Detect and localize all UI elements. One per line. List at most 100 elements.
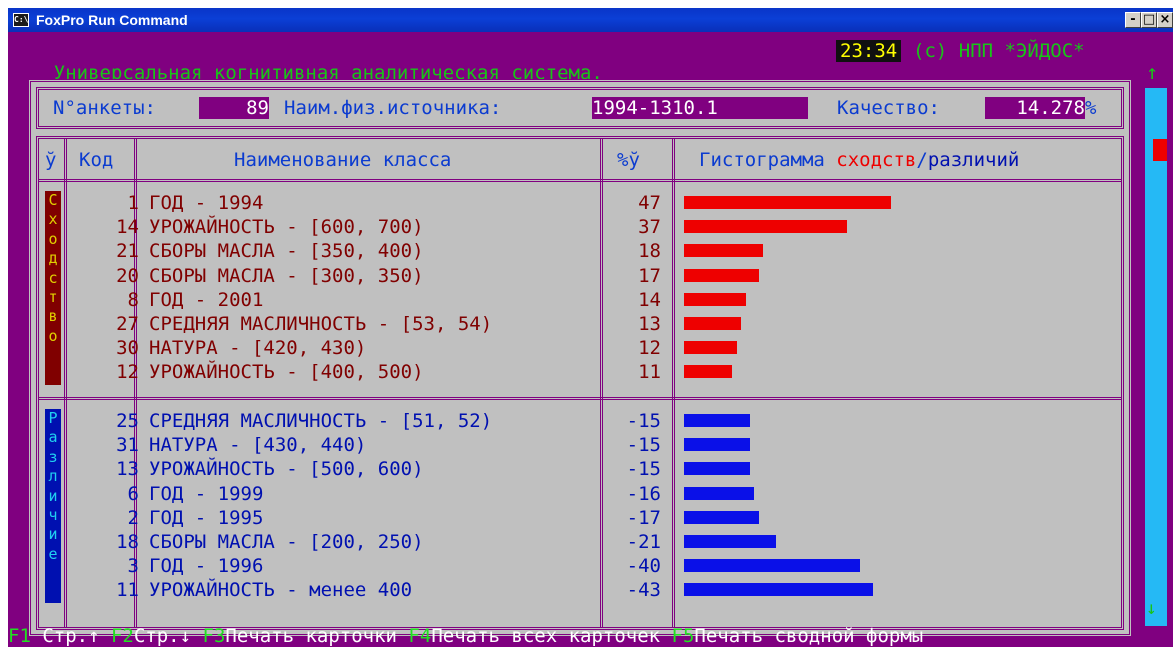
class-code: 13 [116,458,139,481]
class-code: 25 [116,410,139,432]
maximize-button[interactable]: □ [1141,12,1157,28]
scroll-down-arrow-icon[interactable]: ↓ [1146,598,1157,619]
class-percent: -16 [626,482,661,505]
function-key-f1[interactable]: F1 [8,625,31,647]
class-name: ГОД - 1994 [149,192,264,214]
table-row[interactable]: 3 ГОД - 1996 -40 [39,555,1119,578]
class-percent: 47 [638,192,661,214]
quality-label: Качество: [837,97,940,119]
histogram-title-prefix: Гистограмма [699,149,837,171]
table-row[interactable]: 6 ГОД - 1999 -16 [39,483,1119,506]
classes-table: ў Код Наименование класса %ў Гистограмма… [36,136,1124,630]
class-percent: -40 [626,555,661,578]
histogram-bar [684,414,750,427]
class-name: СБОРЫ МАСЛА - [350, 400) [149,240,424,263]
source-value: 1994-1310.1 [592,97,808,119]
class-code: 14 [116,216,139,239]
class-code: 18 [116,531,139,553]
class-name: УРОЖАЙНОСТЬ - менее 400 [149,579,413,602]
class-percent: -15 [626,410,661,432]
class-code: 6 [127,482,139,505]
scroll-up-arrow-icon[interactable]: ↑ [1146,60,1158,84]
function-key-label[interactable]: Печать карточки [225,625,408,647]
table-row[interactable]: 20 СБОРЫ МАСЛА - [300, 350) 17 [39,265,1119,288]
column-histogram: Гистограмма сходств/различий [699,149,1019,171]
histogram-bar [684,486,754,500]
class-code: 2 [127,506,139,529]
table-row[interactable]: 30 НАТУРА - [420, 430) 12 [39,337,1119,360]
function-key-f4[interactable]: F4 [408,625,431,647]
class-percent: 13 [638,313,661,335]
function-key-label[interactable]: Стр.↓ [134,625,203,647]
quality-unit: % [1085,97,1097,119]
vertical-scrollbar[interactable] [1145,88,1167,626]
class-percent: 18 [638,240,661,263]
minimize-button[interactable]: - [1125,12,1141,28]
table-row[interactable]: 14 УРОЖАЙНОСТЬ - [600, 700) 37 [39,216,1119,239]
class-name: НАТУРА - [420, 430) [149,337,367,360]
histogram-bar [684,244,763,258]
table-row[interactable]: 8 ГОД - 2001 14 [39,289,1119,312]
table-row[interactable]: 25 СРЕДНЯЯ МАСЛИЧНОСТЬ - [51, 52) -15 [39,410,1119,433]
table-row[interactable]: 27 СРЕДНЯЯ МАСЛИЧНОСТЬ - [53, 54) 13 [39,313,1119,336]
analysis-panel: N°анкеты: 89 Наим.физ.источника: 1994-13… [28,79,1132,637]
class-code: 3 [127,555,139,578]
anketa-label: N°анкеты: [53,97,156,119]
class-code: 21 [116,240,139,263]
column-marker: ў [45,149,57,171]
histogram-bar [684,462,750,476]
histogram-bar [684,292,746,306]
class-code: 30 [116,337,139,360]
class-code: 20 [116,264,139,287]
table-row[interactable]: 13 УРОЖАЙНОСТЬ - [500, 600) -15 [39,458,1119,481]
function-key-label[interactable]: Стр.↑ [31,625,111,647]
table-row[interactable]: 31 НАТУРА - [430, 440) -15 [39,434,1119,457]
class-name: ГОД - 2001 [149,288,264,311]
window-title: FoxPro Run Command [36,12,188,28]
histogram-bar [684,438,750,452]
window-title-bar: C:\ FoxPro Run Command - □ × [8,8,1173,32]
column-code: Код [79,149,114,171]
class-code: 1 [127,192,139,214]
class-percent: -17 [626,506,661,529]
class-percent: -15 [626,434,661,457]
survey-header: N°анкеты: 89 Наим.физ.источника: 1994-13… [36,87,1124,129]
class-percent: 11 [638,361,661,384]
scrollbar-thumb[interactable] [1153,139,1167,161]
class-percent: 17 [638,264,661,287]
class-name: УРОЖАЙНОСТЬ - [600, 700) [149,216,424,239]
class-name: СРЕДНЯЯ МАСЛИЧНОСТЬ - [51, 52) [149,410,493,432]
console-screen: Универсальная когнитивная аналитическая … [8,32,1173,647]
close-button[interactable]: × [1157,12,1173,28]
histogram-bar [684,583,873,597]
class-code: 12 [116,361,139,384]
table-row[interactable]: 12 УРОЖАЙНОСТЬ - [400, 500) 11 [39,361,1119,384]
histogram-bar [684,196,891,209]
function-key-f3[interactable]: F3 [203,625,226,647]
class-name: УРОЖАЙНОСТЬ - [400, 500) [149,361,424,384]
class-name: СРЕДНЯЯ МАСЛИЧНОСТЬ - [53, 54) [149,313,493,335]
table-row[interactable]: 1 ГОД - 1994 47 [39,192,1119,215]
histogram-title-similarity: сходств [836,149,917,171]
table-row[interactable]: 21 СБОРЫ МАСЛА - [350, 400) 18 [39,240,1119,263]
quality-value: 14.278 [985,97,1085,119]
function-key-label[interactable]: Печать сводной формы [694,625,923,647]
histogram-bar [684,220,847,234]
class-code: 11 [116,579,139,602]
function-key-f5[interactable]: F5 [672,625,695,647]
table-row[interactable]: 18 СБОРЫ МАСЛА - [200, 250) -21 [39,531,1119,554]
function-key-label[interactable]: Печать всех карточек [431,625,671,647]
histogram-bar [684,559,860,573]
copyright: (с) НПП *ЭЙДОС* [913,40,1085,62]
function-key-f2[interactable]: F2 [111,625,134,647]
class-code: 8 [127,288,139,311]
anketa-value: 89 [199,97,269,119]
class-percent: 12 [638,337,661,360]
table-row[interactable]: 11 УРОЖАЙНОСТЬ - менее 400 -43 [39,579,1119,602]
clock: 23:34 [836,40,902,62]
column-name: Наименование класса [234,149,452,171]
table-row[interactable]: 2 ГОД - 1995 -17 [39,507,1119,530]
class-code: 27 [116,313,139,335]
histogram-bar [684,510,759,524]
class-name: ГОД - 1996 [149,555,264,578]
